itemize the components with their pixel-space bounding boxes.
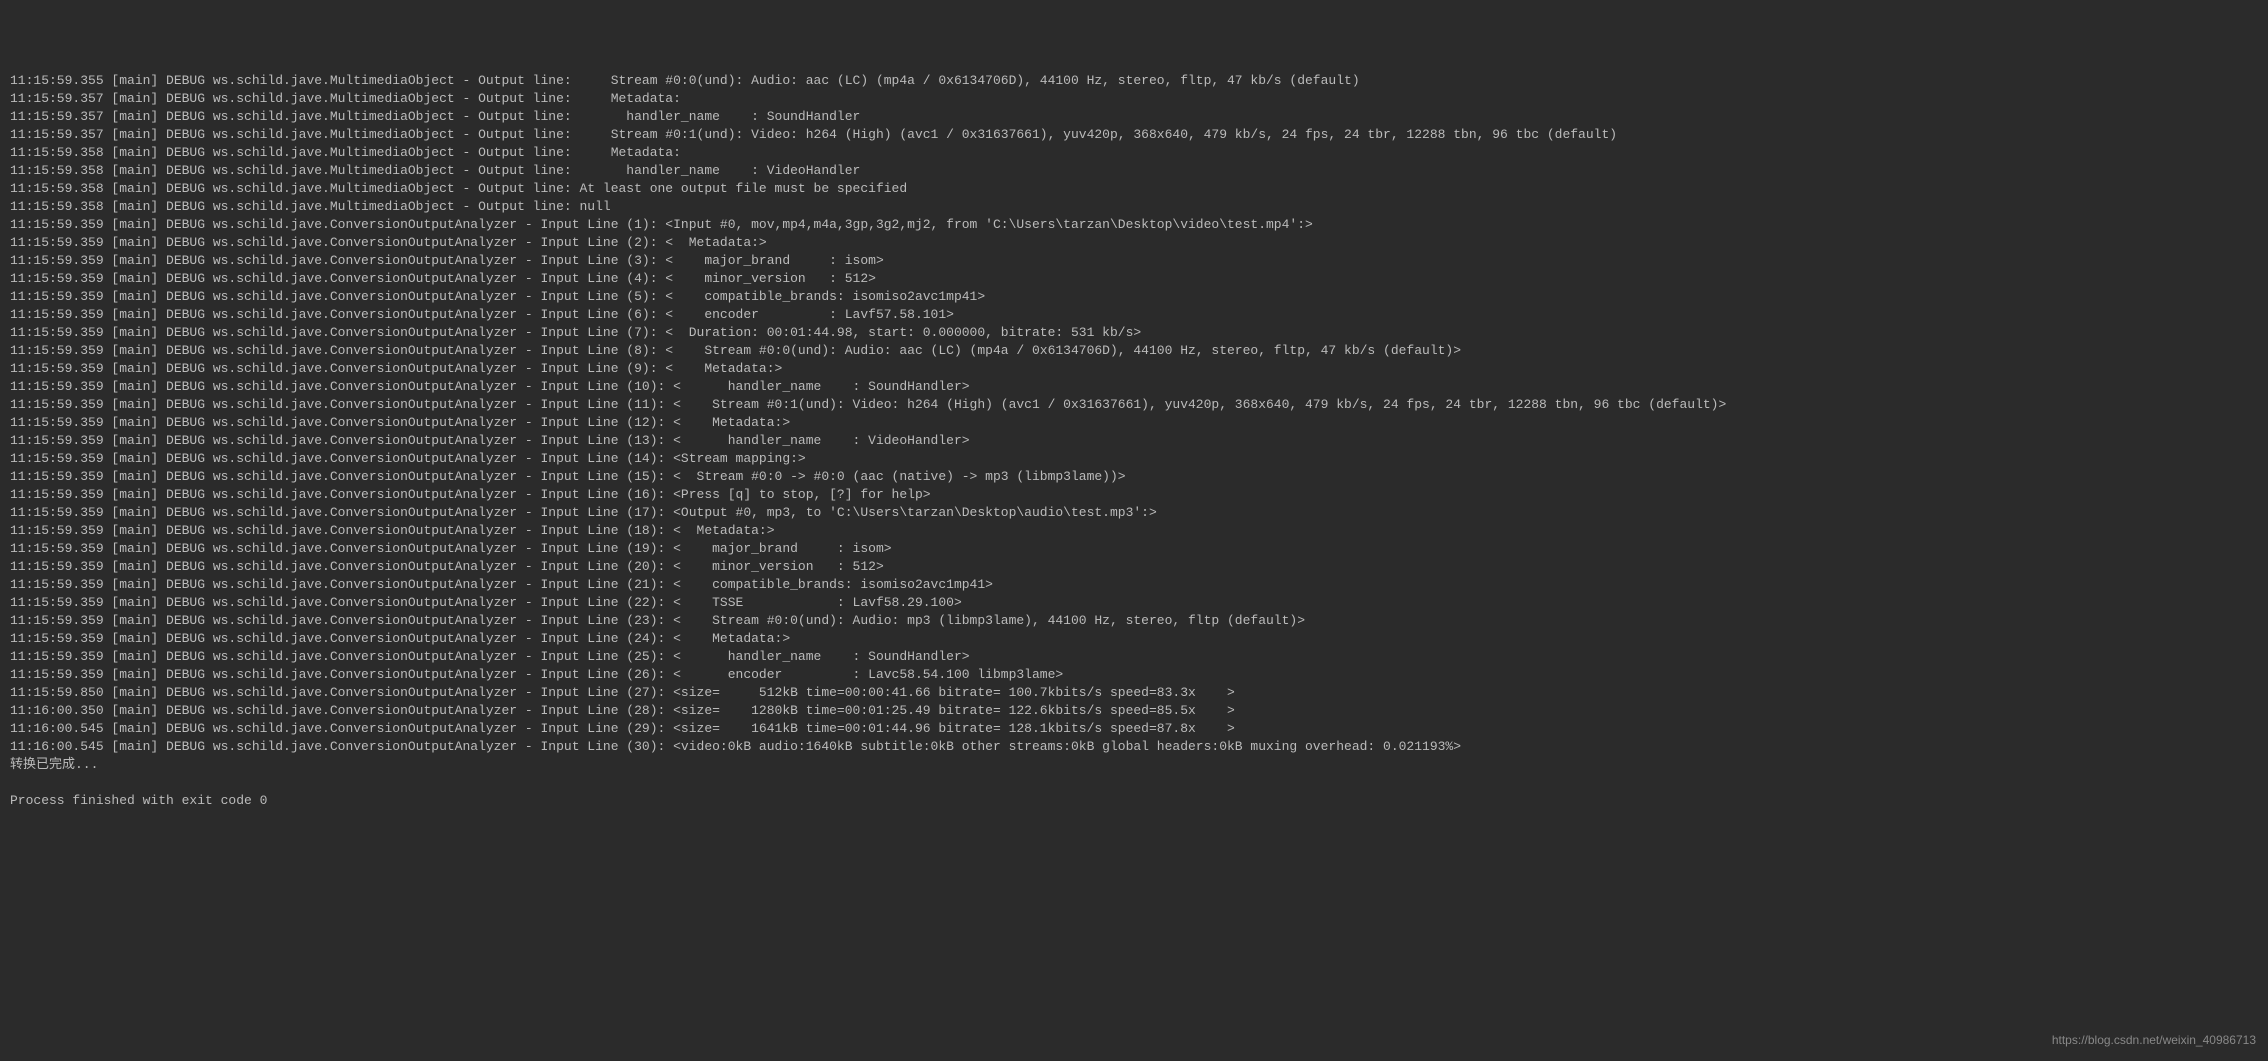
log-line: 11:15:59.358 [main] DEBUG ws.schild.jave…	[10, 198, 2258, 216]
log-line: 11:15:59.359 [main] DEBUG ws.schild.jave…	[10, 630, 2258, 648]
log-line: 11:15:59.359 [main] DEBUG ws.schild.jave…	[10, 612, 2258, 630]
log-line: 11:15:59.359 [main] DEBUG ws.schild.jave…	[10, 666, 2258, 684]
log-line: 11:15:59.359 [main] DEBUG ws.schild.jave…	[10, 378, 2258, 396]
log-line: 转换已完成...	[10, 756, 2258, 774]
log-line: 11:15:59.359 [main] DEBUG ws.schild.jave…	[10, 594, 2258, 612]
log-line: 11:15:59.359 [main] DEBUG ws.schild.jave…	[10, 432, 2258, 450]
log-line: 11:15:59.359 [main] DEBUG ws.schild.jave…	[10, 414, 2258, 432]
log-line: 11:15:59.850 [main] DEBUG ws.schild.jave…	[10, 684, 2258, 702]
log-line: 11:15:59.357 [main] DEBUG ws.schild.jave…	[10, 108, 2258, 126]
log-line: 11:15:59.359 [main] DEBUG ws.schild.jave…	[10, 468, 2258, 486]
log-line: 11:16:00.545 [main] DEBUG ws.schild.jave…	[10, 720, 2258, 738]
log-line: 11:15:59.357 [main] DEBUG ws.schild.jave…	[10, 126, 2258, 144]
log-line: 11:15:59.359 [main] DEBUG ws.schild.jave…	[10, 216, 2258, 234]
log-line	[10, 774, 2258, 792]
log-line: Process finished with exit code 0	[10, 792, 2258, 810]
log-line: 11:15:59.359 [main] DEBUG ws.schild.jave…	[10, 288, 2258, 306]
log-line: 11:15:59.359 [main] DEBUG ws.schild.jave…	[10, 396, 2258, 414]
log-line: 11:15:59.358 [main] DEBUG ws.schild.jave…	[10, 180, 2258, 198]
log-line: 11:15:59.358 [main] DEBUG ws.schild.jave…	[10, 162, 2258, 180]
log-line: 11:15:59.359 [main] DEBUG ws.schild.jave…	[10, 252, 2258, 270]
log-line: 11:15:59.357 [main] DEBUG ws.schild.jave…	[10, 90, 2258, 108]
log-line: 11:15:59.359 [main] DEBUG ws.schild.jave…	[10, 270, 2258, 288]
log-line: 11:16:00.545 [main] DEBUG ws.schild.jave…	[10, 738, 2258, 756]
log-line: 11:15:59.359 [main] DEBUG ws.schild.jave…	[10, 450, 2258, 468]
log-line: 11:15:59.359 [main] DEBUG ws.schild.jave…	[10, 558, 2258, 576]
watermark-text: https://blog.csdn.net/weixin_40986713	[2052, 1031, 2256, 1049]
console-output[interactable]: 11:15:59.355 [main] DEBUG ws.schild.jave…	[10, 72, 2258, 810]
log-line: 11:15:59.358 [main] DEBUG ws.schild.jave…	[10, 144, 2258, 162]
log-line: 11:15:59.359 [main] DEBUG ws.schild.jave…	[10, 360, 2258, 378]
log-line: 11:16:00.350 [main] DEBUG ws.schild.jave…	[10, 702, 2258, 720]
log-line: 11:15:59.359 [main] DEBUG ws.schild.jave…	[10, 504, 2258, 522]
log-line: 11:15:59.359 [main] DEBUG ws.schild.jave…	[10, 324, 2258, 342]
log-line: 11:15:59.359 [main] DEBUG ws.schild.jave…	[10, 540, 2258, 558]
log-line: 11:15:59.355 [main] DEBUG ws.schild.jave…	[10, 72, 2258, 90]
log-line: 11:15:59.359 [main] DEBUG ws.schild.jave…	[10, 306, 2258, 324]
log-line: 11:15:59.359 [main] DEBUG ws.schild.jave…	[10, 576, 2258, 594]
log-line: 11:15:59.359 [main] DEBUG ws.schild.jave…	[10, 648, 2258, 666]
log-line: 11:15:59.359 [main] DEBUG ws.schild.jave…	[10, 522, 2258, 540]
log-line: 11:15:59.359 [main] DEBUG ws.schild.jave…	[10, 234, 2258, 252]
log-line: 11:15:59.359 [main] DEBUG ws.schild.jave…	[10, 342, 2258, 360]
log-line: 11:15:59.359 [main] DEBUG ws.schild.jave…	[10, 486, 2258, 504]
